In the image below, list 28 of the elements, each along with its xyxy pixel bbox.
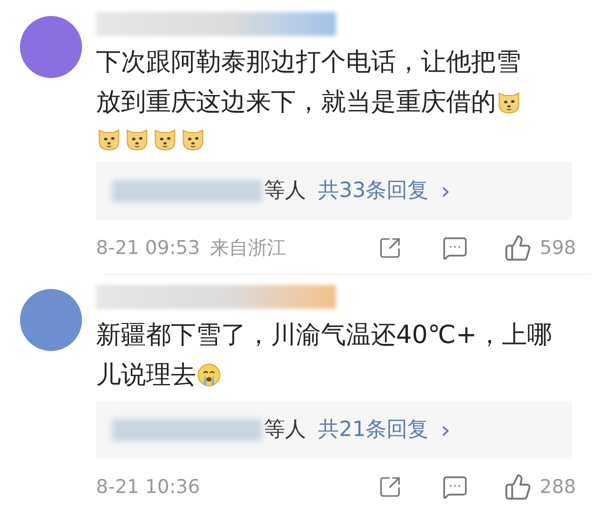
comment-location: 来自浙江 xyxy=(210,236,286,261)
comment-time: 8-21 10:36 xyxy=(96,474,200,500)
thumbs-up-icon xyxy=(504,473,532,501)
replies-users-suffix: 等人 xyxy=(264,177,306,204)
comment-text: 下次跟阿勒泰那边打个电话，让他把雪 xyxy=(96,46,521,78)
comment-text: 儿说理去 xyxy=(96,359,196,391)
comment-icon xyxy=(442,474,468,500)
share-icon xyxy=(378,475,402,499)
comment-icon xyxy=(442,235,468,261)
crying-face-icon xyxy=(196,362,222,388)
replies-link[interactable]: 共21条回复 xyxy=(318,414,429,446)
chevron-icon: › xyxy=(440,418,450,442)
comment-button[interactable] xyxy=(442,474,468,500)
thumbs-up-icon xyxy=(504,234,532,262)
share-button[interactable] xyxy=(378,236,402,260)
like-button[interactable]: 288 xyxy=(504,472,576,502)
share-icon xyxy=(378,236,402,260)
comment-time: 8-21 09:53 xyxy=(96,236,200,261)
replies-panel[interactable]: 等人 共21条回复 › xyxy=(96,401,572,459)
chevron-icon: › xyxy=(440,179,450,203)
replies-users-suffix: 等人 xyxy=(264,416,306,444)
replies-panel[interactable]: 等人 共33条回复 › xyxy=(96,162,572,220)
like-button[interactable]: 598 xyxy=(504,234,576,262)
replies-link[interactable]: 共33条回复 xyxy=(318,175,429,207)
comment-button[interactable] xyxy=(442,235,468,261)
comment-text: 放到重庆这边来下，就当是重庆借的 xyxy=(96,86,496,118)
comment-text: 新疆都下雪了，川渝气温还40℃+，上哪 xyxy=(96,319,552,351)
share-button[interactable] xyxy=(378,475,402,499)
